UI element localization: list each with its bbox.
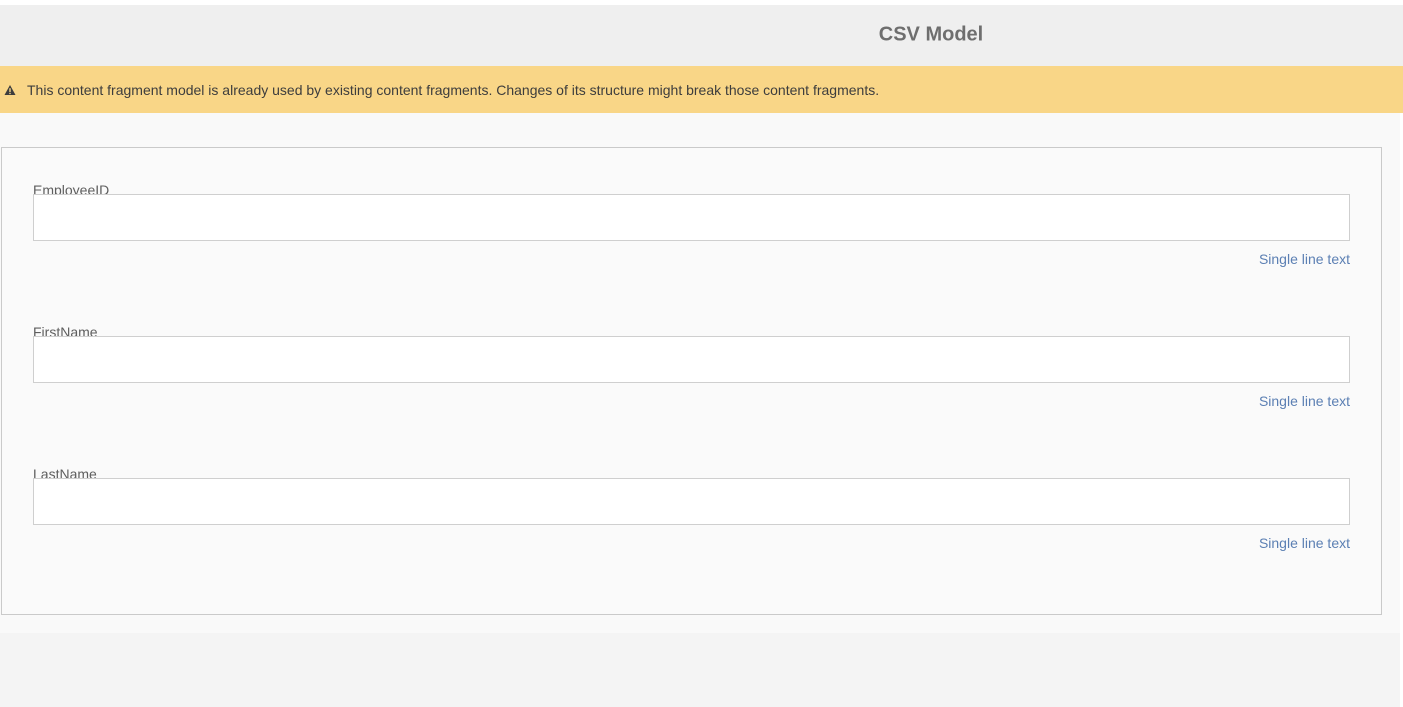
page: CSV Model This content fragment model is… — [0, 0, 1403, 707]
firstname-input[interactable] — [33, 336, 1350, 383]
warning-icon — [3, 83, 17, 97]
page-title: CSV Model — [878, 23, 984, 46]
field-type-label: Single line text — [1258, 251, 1350, 267]
warning-alert: This content fragment model is already u… — [0, 66, 1403, 113]
field-type-label: Single line text — [1258, 393, 1350, 409]
header-bar: CSV Model — [0, 5, 1403, 67]
employeeid-input[interactable] — [33, 194, 1350, 241]
lastname-input[interactable] — [33, 478, 1350, 525]
field-type-label: Single line text — [1258, 535, 1350, 551]
model-editor-panel: EmployeeID Single line text FirstName Si… — [1, 147, 1382, 615]
alert-message: This content fragment model is already u… — [27, 81, 880, 98]
